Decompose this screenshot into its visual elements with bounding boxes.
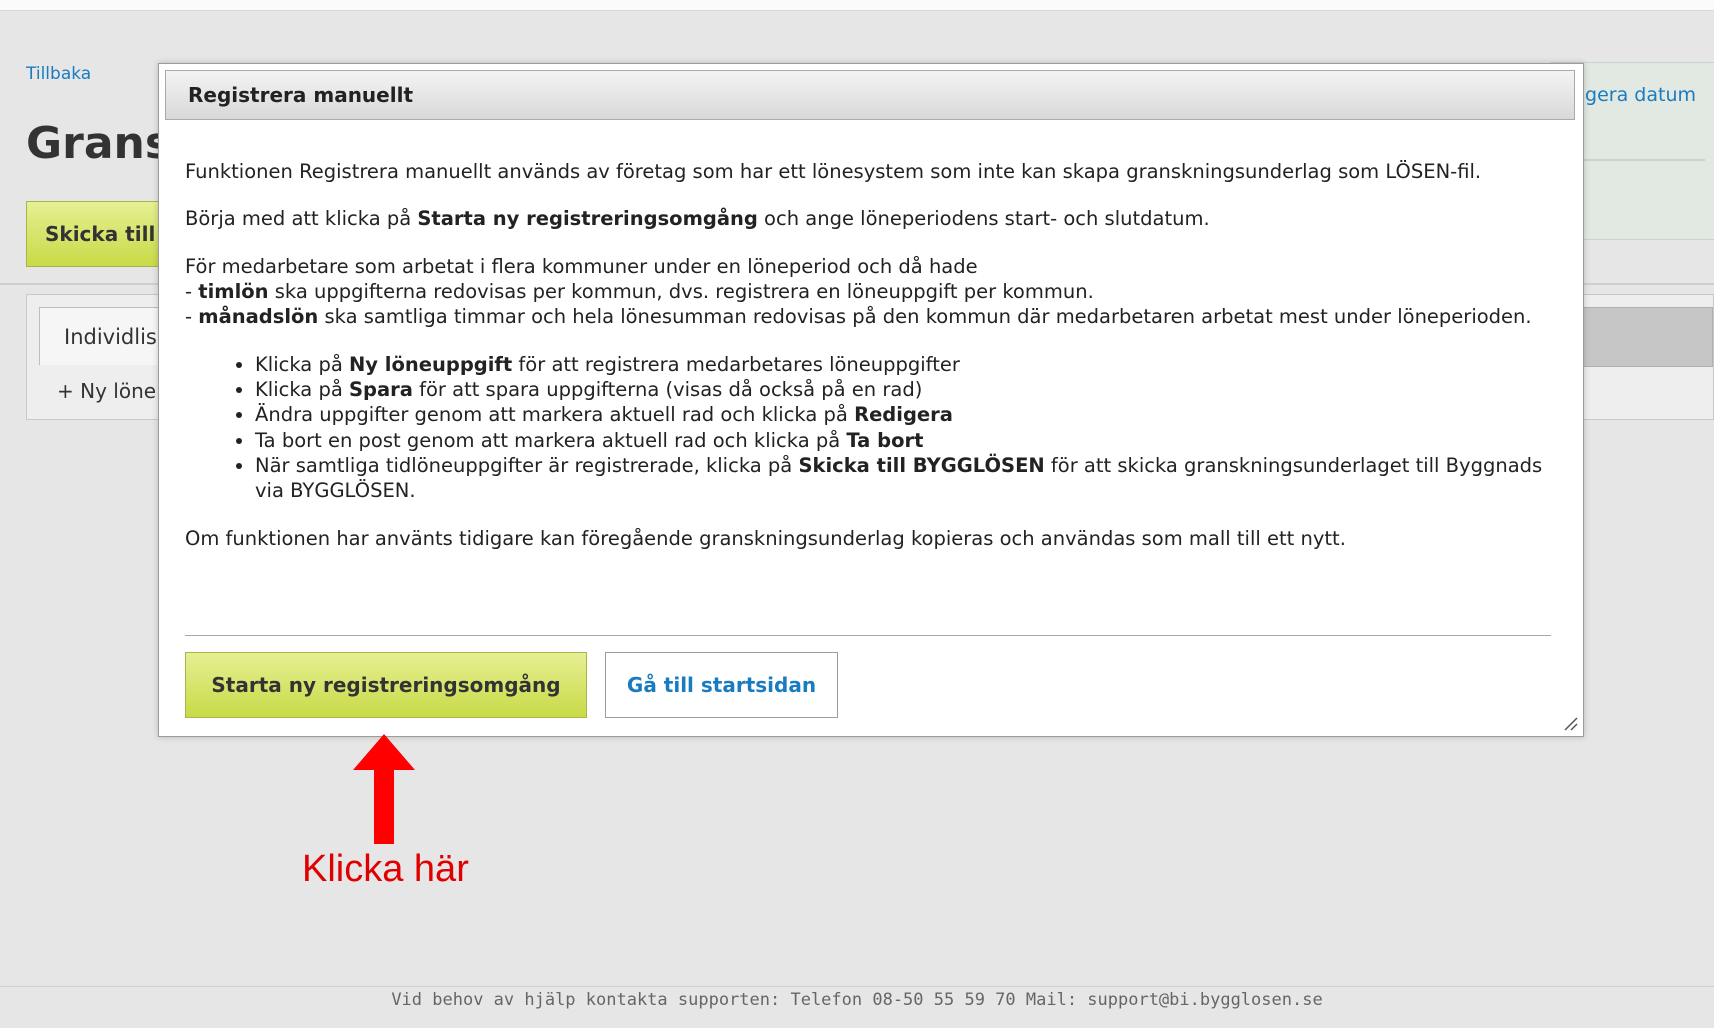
register-manually-dialog: Registrera manuellt Funktionen Registrer… [158, 63, 1584, 737]
top-bar [0, 0, 1714, 11]
dialog-divider [185, 635, 1551, 636]
copy-paragraph: Om funktionen har använts tidigare kan f… [185, 526, 1346, 550]
resize-grip-icon[interactable] [1561, 714, 1579, 732]
new-salary-entry-button[interactable]: + Ny löne [57, 379, 156, 403]
dialog-body: Funktionen Registrera manuellt används a… [185, 159, 1555, 573]
list-item: När samtliga tidlöneuppgifter är registr… [255, 453, 1555, 504]
list-item: Ändra uppgifter genom att markera aktuel… [255, 402, 1555, 427]
dialog-title: Registrera manuellt [165, 70, 1575, 120]
footer-support-text: Vid behov av hjälp kontakta supporten: T… [391, 990, 1323, 1010]
page-title: Grans [26, 118, 172, 169]
red-up-arrow-icon [353, 734, 415, 844]
change-date-link[interactable]: gera datum [1585, 84, 1696, 106]
start-paragraph: Börja med att klicka på Starta ny regist… [185, 207, 1210, 231]
list-item: Klicka på Ny löneuppgift för att registr… [255, 352, 1555, 377]
instruction-list: Klicka på Ny löneuppgift för att registr… [185, 352, 1555, 504]
send-to-bygglosen-button[interactable]: Skicka till [26, 201, 176, 267]
click-here-callout: Klicka här [302, 848, 469, 890]
list-item: Ta bort en post genom att markera aktuel… [255, 428, 1555, 453]
tab-bar [1577, 307, 1713, 367]
go-to-start-page-button[interactable]: Gå till startsidan [605, 652, 838, 718]
start-new-registration-button[interactable]: Starta ny registreringsomgång [185, 652, 587, 718]
multi-municipality-paragraph: För medarbetare som arbetat i flera komm… [185, 254, 1532, 329]
back-link[interactable]: Tillbaka [26, 64, 91, 84]
intro-paragraph: Funktionen Registrera manuellt används a… [185, 160, 1482, 183]
list-item: Klicka på Spara för att spara uppgiftern… [255, 377, 1555, 402]
